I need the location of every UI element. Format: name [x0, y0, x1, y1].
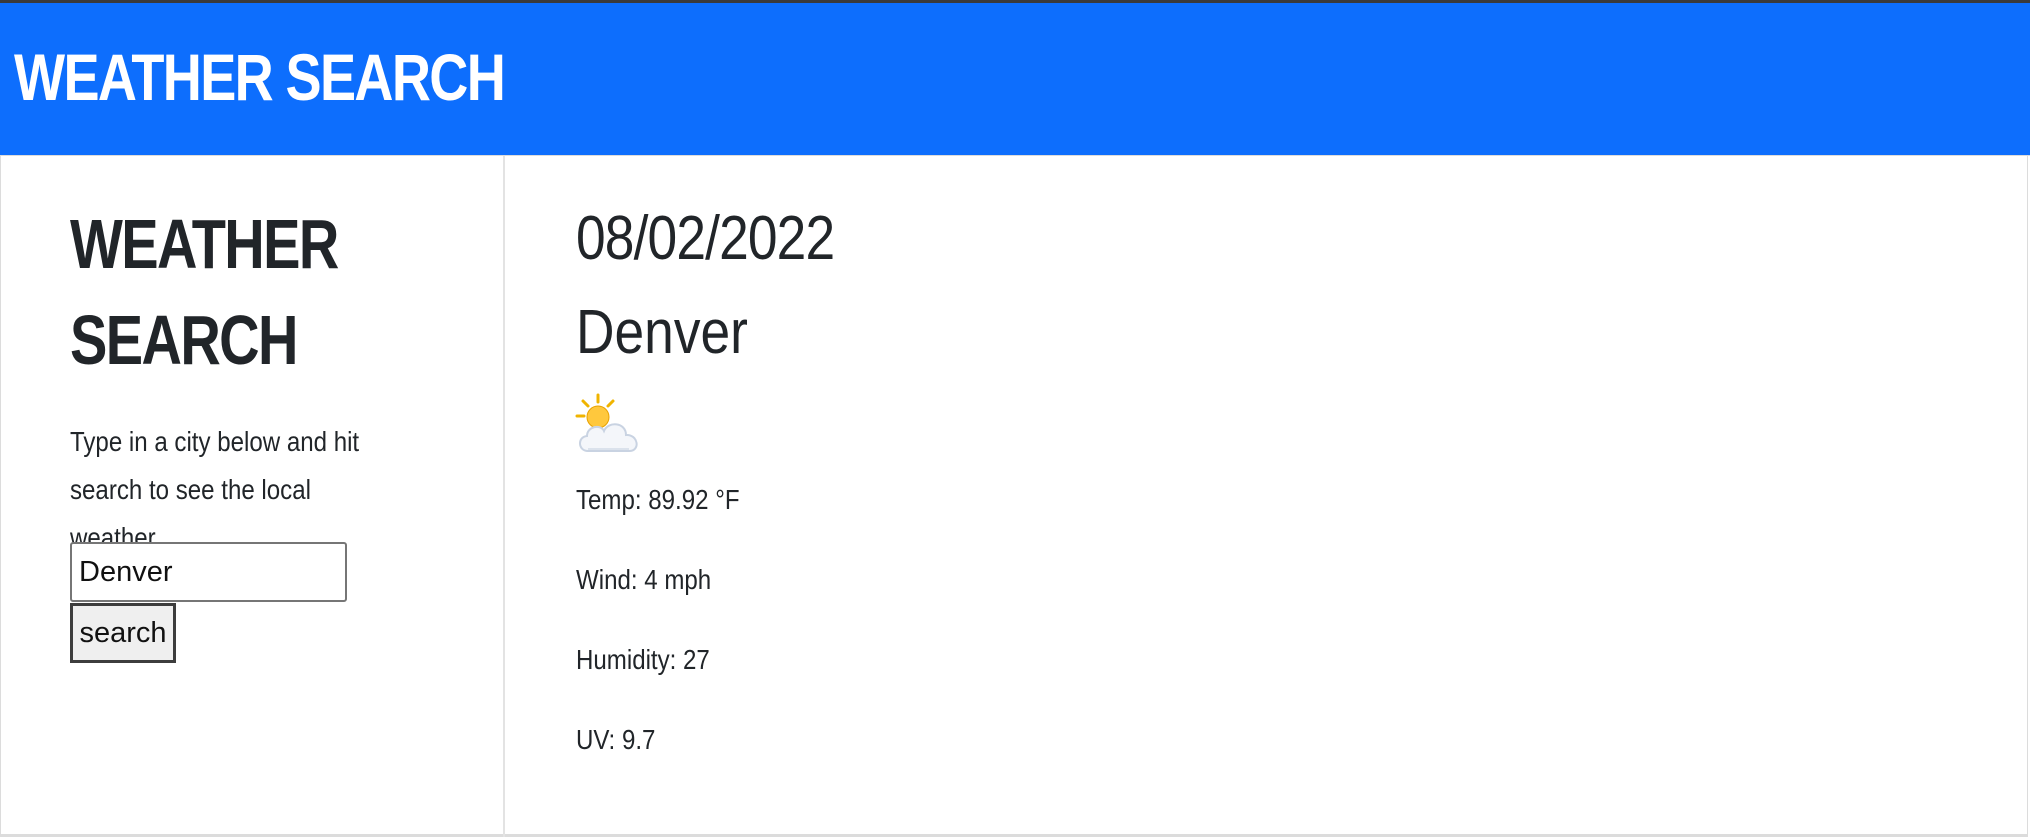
sun-behind-cloud-icon	[575, 393, 638, 452]
city-search-input[interactable]	[70, 542, 347, 602]
search-instructions: Type in a city below and hit search to s…	[70, 426, 360, 553]
sidebar-title: WEATHER SEARCH	[70, 196, 339, 388]
wind-readout: Wind: 4 mph	[576, 564, 712, 595]
sidebar-title-line-2: SEARCH	[70, 301, 298, 379]
column-divider	[503, 156, 505, 837]
humidity-readout: Humidity: 27	[576, 644, 710, 675]
forecast-city: Denver	[576, 298, 748, 367]
temperature-readout: Temp: 89.92 °F	[576, 484, 740, 515]
header-title: WEATHER SEARCH	[14, 40, 506, 114]
search-button[interactable]: search	[70, 603, 176, 663]
app-header: WEATHER SEARCH	[0, 3, 2030, 156]
forecast-date: 08/02/2022	[576, 204, 835, 273]
uv-index-readout: UV: 9.7	[576, 724, 656, 755]
sidebar-title-line-1: WEATHER	[70, 205, 339, 283]
